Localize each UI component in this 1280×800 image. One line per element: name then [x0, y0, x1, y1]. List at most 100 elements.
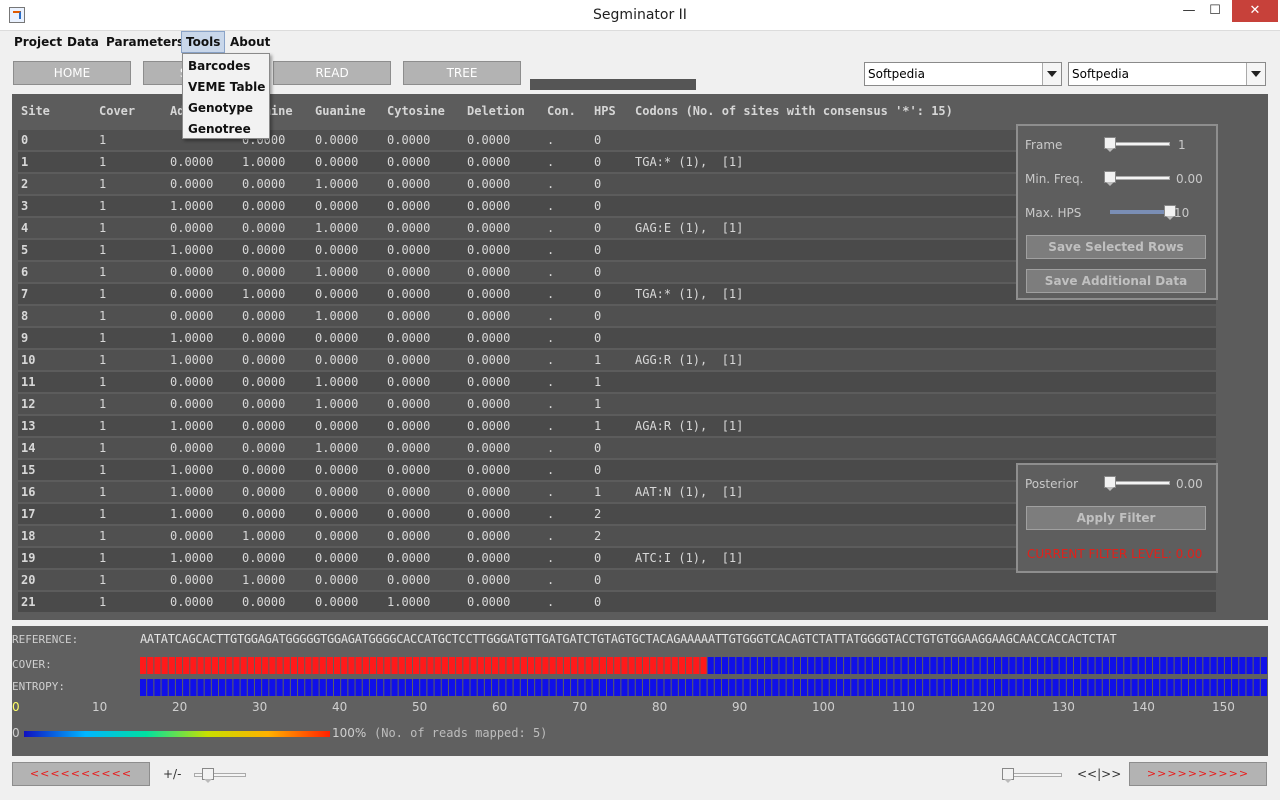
col-codons-header[interactable]: Codons (No. of sites with consensus '*':…: [635, 104, 953, 118]
menu-tools[interactable]: Tools: [181, 31, 226, 53]
cell-guanine: 1.0000: [315, 265, 359, 279]
entropy-cell: [1210, 679, 1217, 696]
menu-project[interactable]: Project: [10, 31, 66, 53]
ruler-tick: 20: [172, 700, 188, 714]
table-row[interactable]: 12 1 0.0000 0.0000 1.0000 0.0000 0.0000. 1: [18, 394, 1216, 414]
cell-deletion: 0.0000: [467, 551, 511, 565]
table-row[interactable]: 9 1 1.0000 0.0000 0.0000 0.0000 0.0000. 0: [18, 328, 1216, 348]
col-guanine-header[interactable]: Guanine: [315, 104, 366, 118]
cell-deletion: 0.0000: [467, 375, 511, 389]
cell-thymine: 0.0000: [242, 353, 286, 367]
cell-site: 0: [21, 133, 29, 147]
cell-cover: 1: [99, 155, 107, 169]
cover-cell: [355, 657, 362, 674]
tree-button[interactable]: TREE: [403, 61, 521, 85]
entropy-cell: [915, 679, 923, 696]
cell-cover: 1: [99, 419, 107, 433]
entropy-cell: [1246, 679, 1253, 696]
table-row[interactable]: 10 1 1.0000 0.0000 0.0000 0.0000 0.0000. 1 AGG:R…: [18, 350, 1216, 370]
read-button[interactable]: READ: [273, 61, 391, 85]
cover-cell: [721, 657, 729, 674]
maximize-icon[interactable]: ☐: [1200, 0, 1230, 22]
entropy-cell: [456, 679, 463, 696]
col-cover-header[interactable]: Cover: [99, 104, 135, 118]
table-row[interactable]: 13 1 1.0000 0.0000 0.0000 0.0000 0.0000. 1 AGA:R…: [18, 416, 1216, 436]
cell-hps: 0: [594, 573, 602, 587]
entropy-cell: [736, 679, 743, 696]
menu-data[interactable]: Data: [63, 31, 103, 53]
ruler-tick: 140: [1132, 700, 1155, 714]
frame-slider-thumb[interactable]: [1104, 137, 1116, 152]
menu-item-veme-table[interactable]: VEME Table: [188, 80, 265, 94]
filter-panel: Posterior 0.00 Apply Filter CURRENT FILT…: [1016, 463, 1218, 573]
col-site-header[interactable]: Site: [21, 104, 50, 118]
menu-item-genotree[interactable]: Genotree: [188, 122, 251, 136]
entropy-cell: [959, 679, 966, 696]
position-slider-thumb[interactable]: [1002, 768, 1014, 783]
close-icon[interactable]: ✕: [1232, 0, 1278, 22]
cover-cell: [607, 657, 614, 674]
menu-about[interactable]: About: [226, 31, 274, 53]
table-row[interactable]: 8 1 0.0000 0.0000 1.0000 0.0000 0.0000. 0: [18, 306, 1216, 326]
cell-consensus: .: [547, 507, 555, 521]
cover-cell: [549, 657, 556, 674]
home-button[interactable]: HOME: [13, 61, 131, 85]
posterior-slider-thumb[interactable]: [1104, 476, 1116, 491]
chevron-down-icon[interactable]: [1246, 63, 1265, 85]
scroll-right-button[interactable]: >>>>>>>>>>: [1129, 762, 1267, 786]
cover-cell: [484, 657, 492, 674]
cover-cell: [642, 657, 650, 674]
menu-item-genotype[interactable]: Genotype: [188, 101, 253, 115]
cell-cytosine: 0.0000: [387, 177, 431, 191]
menu-parameters[interactable]: Parameters: [102, 31, 188, 53]
chevron-down-icon[interactable]: [1042, 63, 1061, 85]
cell-guanine: 0.0000: [315, 331, 359, 345]
cell-hps: 0: [594, 551, 602, 565]
entropy-cell: [197, 679, 204, 696]
apply-filter-button[interactable]: Apply Filter: [1026, 506, 1206, 530]
entropy-cell: [405, 679, 413, 696]
cell-adenine: 1.0000: [170, 199, 214, 213]
col-consensus-header[interactable]: Con.: [547, 104, 576, 118]
cell-adenine: 0.0000: [170, 441, 214, 455]
cell-codons: TGA:* (1), [1]: [635, 287, 744, 301]
cell-adenine: 0.0000: [170, 573, 214, 587]
cell-cytosine: 0.0000: [387, 419, 431, 433]
menu-item-barcodes[interactable]: Barcodes: [188, 59, 250, 73]
save-additional-data-button[interactable]: Save Additional Data: [1026, 269, 1206, 293]
entropy-cell: [290, 679, 298, 696]
cell-deletion: 0.0000: [467, 419, 511, 433]
col-hps-header[interactable]: HPS: [594, 104, 616, 118]
scroll-left-button[interactable]: <<<<<<<<<<: [12, 762, 150, 786]
entropy-cell: [772, 679, 779, 696]
col-deletion-header[interactable]: Deletion: [467, 104, 525, 118]
cell-site: 7: [21, 287, 29, 301]
entropy-cell: [987, 679, 994, 696]
col-cytosine-header[interactable]: Cytosine: [387, 104, 445, 118]
cell-guanine: 1.0000: [315, 375, 359, 389]
cell-site: 21: [21, 595, 36, 609]
entropy-cell: [829, 679, 836, 696]
table-row[interactable]: 20 1 0.0000 1.0000 0.0000 0.0000 0.0000. 0: [18, 570, 1216, 590]
min-freq-slider-thumb[interactable]: [1104, 171, 1116, 186]
cell-consensus: .: [547, 199, 555, 213]
cell-cytosine: 0.0000: [387, 529, 431, 543]
cover-cell: [973, 657, 980, 674]
entropy-cell: [1124, 679, 1131, 696]
cover-cell: [880, 657, 887, 674]
cell-cover: 1: [99, 397, 107, 411]
entropy-cell: [671, 679, 678, 696]
sample-combo[interactable]: Softpedia: [1068, 62, 1266, 86]
reference-combo[interactable]: Softpedia: [864, 62, 1062, 86]
table-row[interactable]: 11 1 0.0000 0.0000 1.0000 0.0000 0.0000. 1: [18, 372, 1216, 392]
reference-label: REFERENCE:: [12, 633, 79, 646]
save-selected-rows-button[interactable]: Save Selected Rows: [1026, 235, 1206, 259]
cell-guanine: 0.0000: [315, 287, 359, 301]
cover-cell: [563, 657, 571, 674]
cell-consensus: .: [547, 331, 555, 345]
cover-cell: [628, 657, 635, 674]
zoom-slider-thumb[interactable]: [202, 768, 214, 783]
table-row[interactable]: 21 1 0.0000 0.0000 0.0000 1.0000 0.0000. 0: [18, 592, 1216, 612]
table-row[interactable]: 14 1 0.0000 0.0000 1.0000 0.0000 0.0000. 0: [18, 438, 1216, 458]
cover-cell: [578, 657, 585, 674]
